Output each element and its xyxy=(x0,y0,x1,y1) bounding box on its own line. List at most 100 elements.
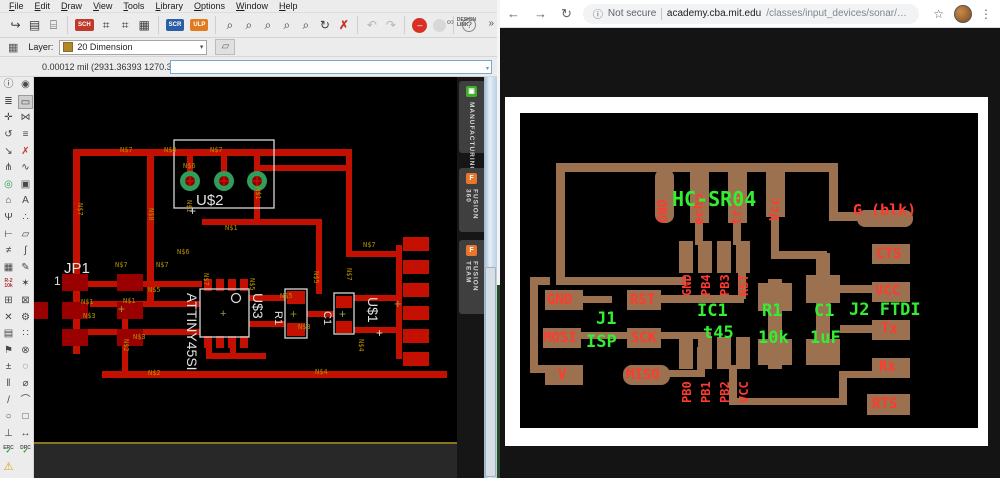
footprint-icon[interactable]: ▦ xyxy=(4,262,13,273)
rotate-icon[interactable]: ↺ xyxy=(4,130,12,140)
toolbar-overflow-button[interactable]: » xyxy=(488,18,494,29)
drill-icon[interactable]: ⌀ xyxy=(22,378,28,389)
tab-fusion-360[interactable]: F FUSION 360 xyxy=(459,168,484,232)
menu-window[interactable]: Window xyxy=(231,0,273,12)
replace-icon[interactable]: R-2 10k xyxy=(0,279,17,289)
address-bar[interactable]: ⓘ Not secure academy.cba.mit.edu /classe… xyxy=(582,3,920,24)
select-group-icon[interactable]: ∷ xyxy=(22,329,28,339)
browser-viewport[interactable]: GND echo trig Vcc GND PB4 PB3 RST PB0 PB1 PB2 VCC G … xyxy=(500,28,1000,478)
align-icon[interactable]: ≡ xyxy=(23,130,29,140)
change-icon[interactable]: ⚙ xyxy=(21,312,30,323)
zoom-in-icon[interactable]: ⌕ xyxy=(239,18,258,33)
save-icon[interactable]: ▤ xyxy=(25,18,44,32)
menu-edit[interactable]: Edit xyxy=(30,0,56,12)
erc-button[interactable]: ERC ✓ xyxy=(3,446,14,456)
measure-icon[interactable]: ↔ xyxy=(21,428,31,439)
browser-menu-icon[interactable]: ⋮ xyxy=(980,7,992,21)
mirror-icon[interactable]: ⋈ xyxy=(21,113,31,123)
open-icon[interactable]: ↪ xyxy=(6,18,25,32)
arc-icon[interactable]: ⌒ xyxy=(21,395,31,406)
value-icon[interactable]: ± xyxy=(6,362,12,372)
zoom-select-icon[interactable]: ⌕ xyxy=(296,18,315,33)
layer-dropdown[interactable]: 20 Dimension ▾ xyxy=(59,39,208,55)
airwire-icon[interactable]: ◎ xyxy=(4,179,13,190)
route-icon[interactable]: ↘ xyxy=(4,146,12,157)
drc-button[interactable]: DRC ✓ xyxy=(20,446,31,456)
rect-icon[interactable]: □ xyxy=(22,412,28,422)
command-input[interactable] xyxy=(170,60,492,74)
via-icon[interactable]: ▣ xyxy=(21,179,30,190)
print-icon[interactable]: ⌸ xyxy=(44,18,63,33)
security-status: Not secure xyxy=(607,8,657,19)
menu-file[interactable]: File xyxy=(4,0,29,12)
text-icon[interactable]: A xyxy=(22,196,29,206)
array-icon[interactable]: ∴ xyxy=(22,213,28,223)
split-icon[interactable]: ⋔ xyxy=(4,163,12,173)
bookmark-star-icon[interactable]: ☆ xyxy=(933,7,944,21)
add-part-icon[interactable]: ✎ xyxy=(21,262,29,273)
paint-icon[interactable]: ▤ xyxy=(4,329,13,339)
gap-icon[interactable]: ‖ xyxy=(6,378,10,389)
script-chip[interactable]: SCR xyxy=(165,19,185,31)
site-info-icon[interactable]: ⓘ xyxy=(593,6,603,21)
stop-icon[interactable]: – xyxy=(412,17,428,33)
command-dropdown-caret[interactable]: ▾ xyxy=(486,65,489,72)
scrollbar-thumb[interactable] xyxy=(485,267,496,477)
errors-icon[interactable]: ⚠ xyxy=(4,461,14,472)
zoom-out-icon[interactable]: ⌕ xyxy=(258,18,277,33)
name-icon[interactable]: ⚑ xyxy=(4,345,13,356)
pin-icon[interactable]: ⊢ xyxy=(4,229,13,240)
paste-icon[interactable]: ⊠ xyxy=(21,296,29,306)
delete-icon[interactable]: ✕ xyxy=(4,312,12,323)
board-icon[interactable]: ⌗ xyxy=(97,18,116,33)
design-link-button[interactable]: ∞ DESIGN LINK xyxy=(447,17,476,28)
eagle-board-canvas[interactable]: N$7 N$8 N$7 N$7 N$8 N$6 N$1 N$1 N$1 N$6 N$7 N$7 N$7 N… xyxy=(34,77,457,478)
profile-avatar[interactable] xyxy=(954,4,972,23)
menu-view[interactable]: View xyxy=(88,0,117,12)
board-manufacturing-icon[interactable]: ⌗ xyxy=(116,18,135,33)
polygon-icon[interactable]: ⌂ xyxy=(5,196,11,206)
cancel-icon[interactable]: ✗ xyxy=(334,18,353,32)
zoom-redraw-icon[interactable]: ⌕ xyxy=(277,18,296,33)
pcb-green-labels: HC-SR04 J1 ISP IC1 t45 R1 10k C1 1uF J2 FTDI xyxy=(520,113,978,428)
back-button[interactable]: ← xyxy=(507,6,520,21)
tab-fusion-team[interactable]: F FUSION TEAM xyxy=(459,240,484,314)
zoom-fit-icon[interactable]: ⌕ xyxy=(220,18,239,33)
shape-icon[interactable]: ▱ xyxy=(22,229,30,240)
menu-tools[interactable]: Tools xyxy=(118,0,149,12)
mask-settings-button[interactable]: ▱ xyxy=(215,39,236,55)
layer-settings-icon[interactable]: ≣ xyxy=(4,96,12,107)
grid-settings-icon[interactable]: ▦ xyxy=(8,41,18,54)
move-icon[interactable]: ✛ xyxy=(4,113,12,123)
smash-icon[interactable]: ✶ xyxy=(21,279,29,289)
group-icon[interactable]: ▭ xyxy=(18,94,33,109)
lock-icon[interactable]: ⊗ xyxy=(21,345,29,356)
menu-library[interactable]: Library xyxy=(150,0,188,12)
menu-help[interactable]: Help xyxy=(274,0,303,12)
miter-icon[interactable]: ∿ xyxy=(21,163,29,173)
circle-icon[interactable]: ○ xyxy=(5,412,11,422)
ripup-icon[interactable]: ✗ xyxy=(21,146,29,157)
menu-draw[interactable]: Draw xyxy=(56,0,87,12)
eye-icon[interactable]: ◉ xyxy=(21,80,30,90)
info-icon[interactable]: ⓘ xyxy=(4,80,14,90)
schematic-chip[interactable]: SCH xyxy=(75,19,94,31)
ulp-chip[interactable]: ULP xyxy=(190,19,209,31)
meander-icon[interactable]: ≠ xyxy=(6,246,12,256)
signal-icon[interactable]: ∫ xyxy=(24,246,27,256)
mark-icon[interactable]: ⊥ xyxy=(4,428,13,439)
forward-button[interactable]: → xyxy=(534,6,547,21)
redo-icon[interactable]: ↷ xyxy=(381,18,400,32)
canvas-scrollbar[interactable] xyxy=(484,77,497,478)
tab-manufacturing[interactable]: ▣ MANUFACTURING xyxy=(459,81,484,172)
line-icon[interactable]: / xyxy=(7,395,10,406)
library-manager-icon[interactable]: ▦ xyxy=(135,18,154,32)
undo-icon[interactable]: ↶ xyxy=(362,18,381,32)
copy-icon[interactable]: ⊞ xyxy=(4,296,12,306)
refresh-button[interactable]: ↻ xyxy=(561,6,572,22)
ratsnest-icon[interactable]: Ψ xyxy=(4,213,12,223)
refresh-icon[interactable]: ↻ xyxy=(315,18,334,32)
hole-icon[interactable]: ◌ xyxy=(23,362,29,372)
menu-options[interactable]: Options xyxy=(189,0,230,12)
run-icon[interactable]: ● xyxy=(433,18,447,36)
